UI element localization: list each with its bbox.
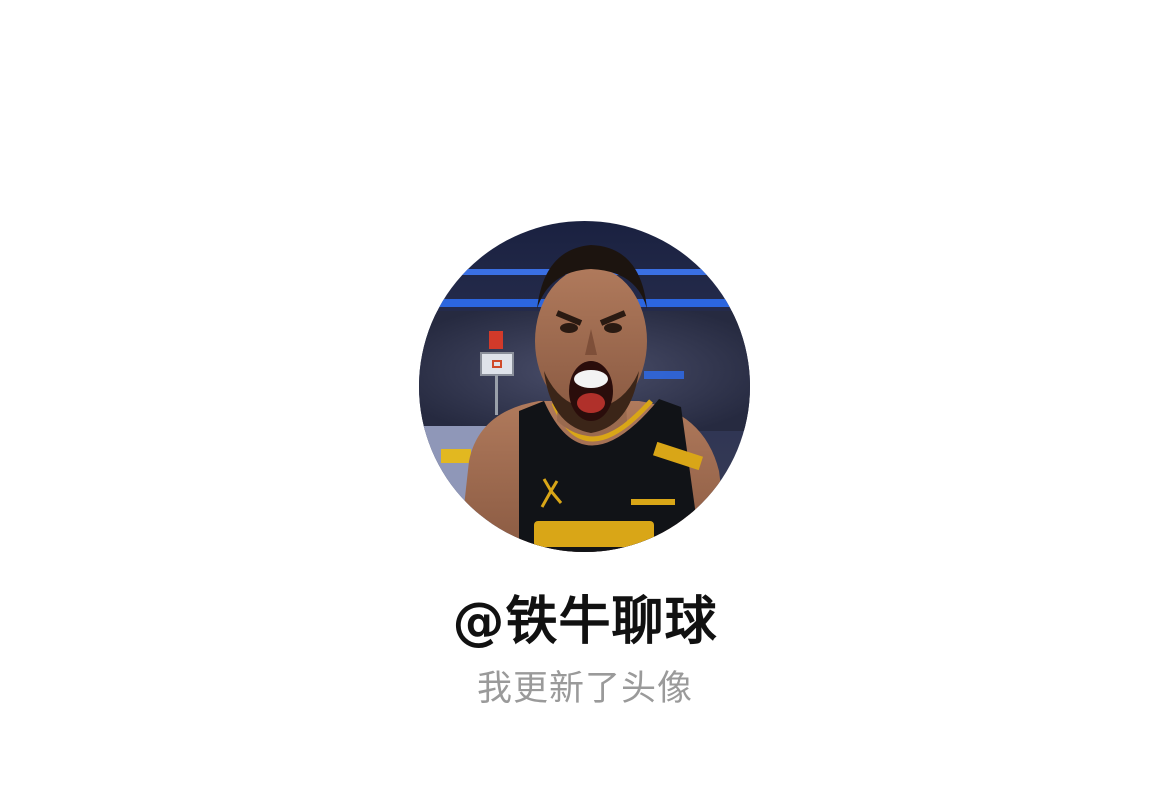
avatar-photo [419, 221, 750, 552]
profile-update-card: @铁牛聊球 我更新了头像 [0, 0, 1170, 789]
username-label[interactable]: @铁牛聊球 [0, 586, 1170, 658]
profile-avatar[interactable] [419, 221, 750, 552]
avatar-updated-status: 我更新了头像 [476, 669, 693, 709]
